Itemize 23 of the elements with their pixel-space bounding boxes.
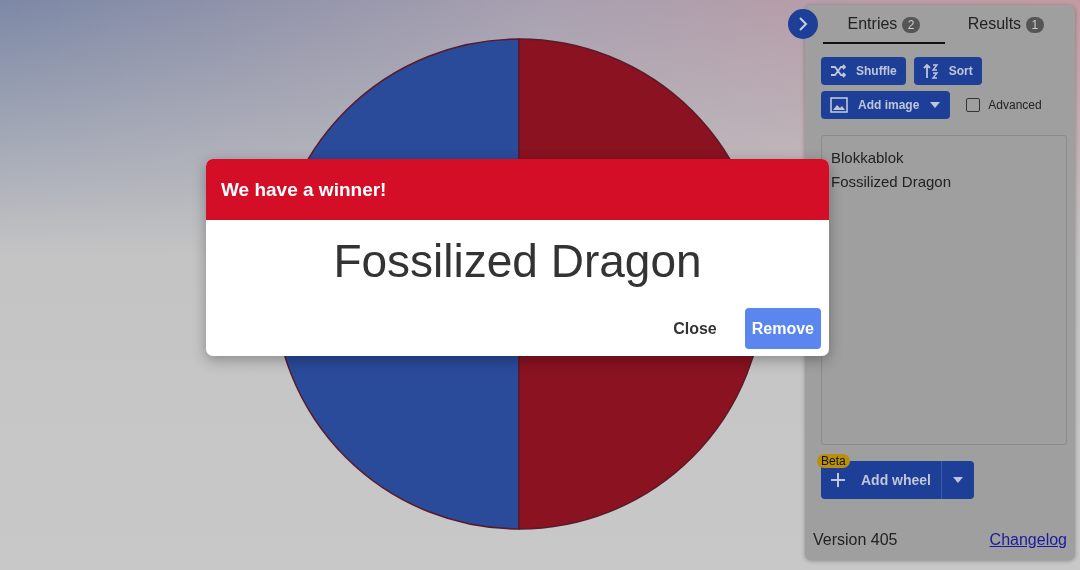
beta-badge: Beta bbox=[817, 454, 850, 468]
dropdown-button[interactable] bbox=[941, 461, 974, 499]
sort-button[interactable]: Sort bbox=[913, 57, 982, 85]
add-image-button[interactable]: Add image bbox=[821, 91, 951, 119]
chevron-icon bbox=[797, 17, 809, 31]
tab[interactable]: Results 1 bbox=[945, 5, 1067, 44]
shuffle-icon bbox=[830, 64, 846, 78]
winner-name: Fossilized Dragon bbox=[332, 234, 703, 289]
close-button[interactable]: Close bbox=[659, 308, 731, 349]
tab[interactable]: Entries 2 bbox=[823, 5, 945, 44]
changelog-link[interactable]: Changelog bbox=[989, 531, 1067, 549]
plus-icon bbox=[831, 473, 845, 487]
caret-icon bbox=[952, 476, 964, 484]
collapse-button[interactable] bbox=[788, 9, 818, 39]
sort-icon bbox=[922, 63, 939, 79]
checkbox[interactable] bbox=[966, 98, 981, 112]
shuffle-button[interactable]: Shuffle bbox=[821, 57, 906, 85]
remove-button[interactable]: Remove bbox=[744, 308, 821, 349]
dialog-title: We have a winner! bbox=[221, 179, 387, 200]
image-icon bbox=[830, 97, 848, 113]
caret-icon bbox=[929, 101, 942, 109]
version-text: Version 405 bbox=[813, 531, 898, 549]
advanced-label: Advanced bbox=[988, 98, 1042, 112]
